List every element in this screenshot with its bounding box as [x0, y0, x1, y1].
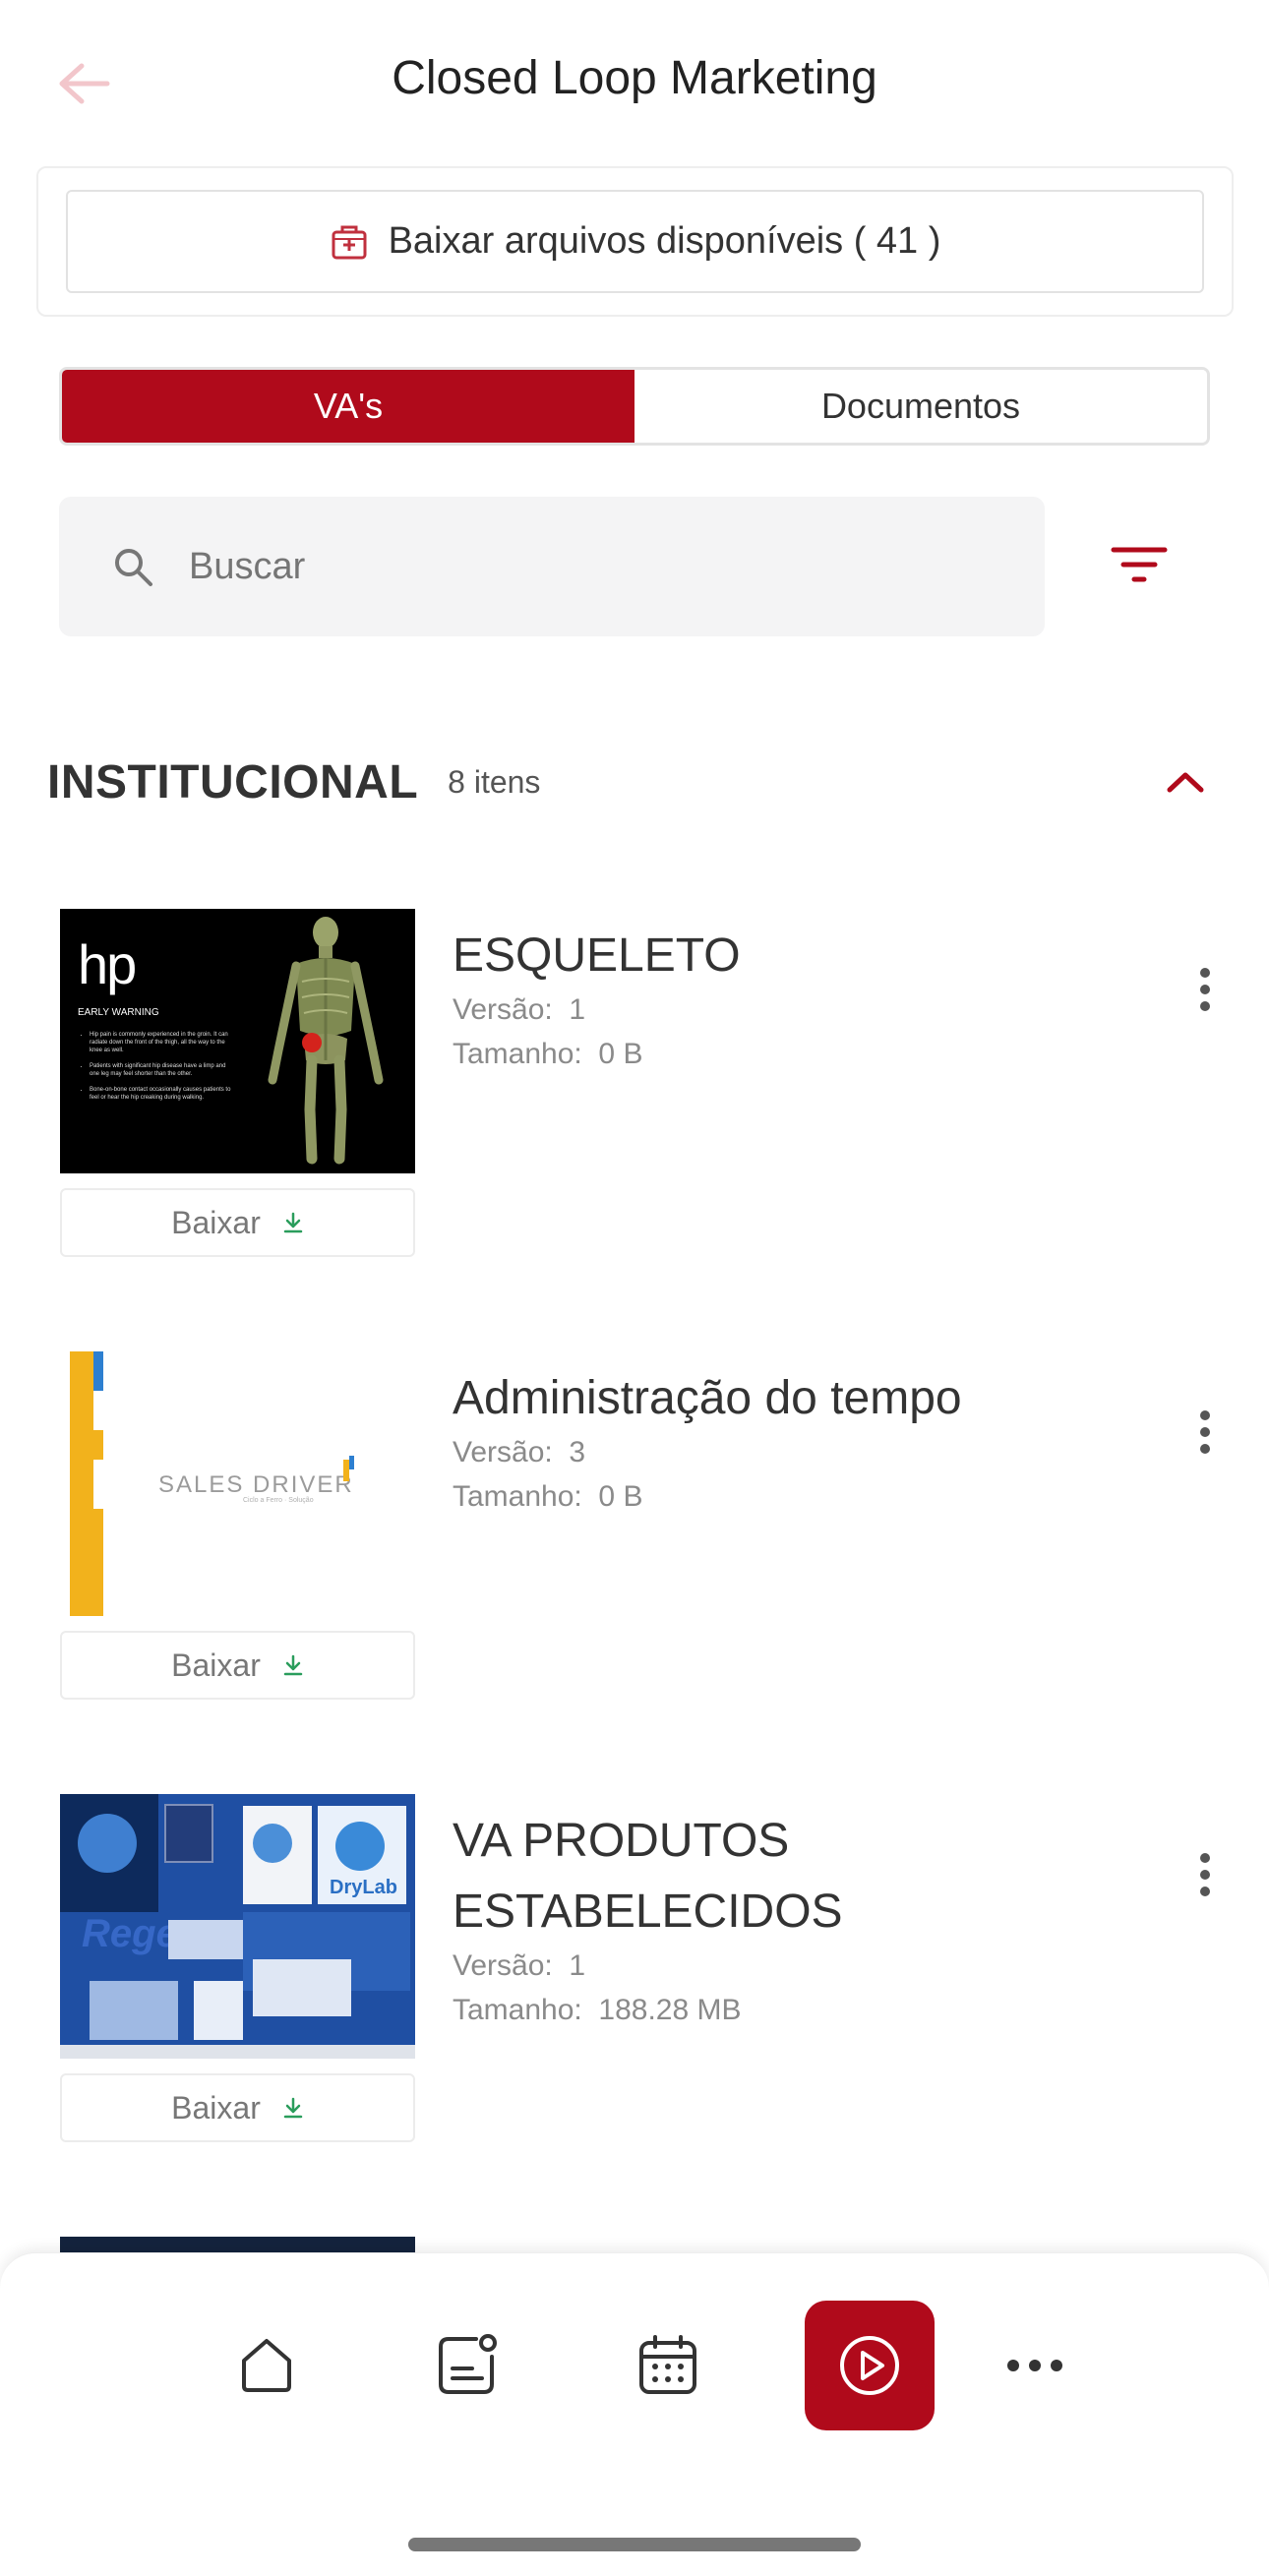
thumbnail-logo: hp — [78, 933, 137, 995]
collapse-button[interactable] — [1136, 748, 1235, 816]
search-icon — [108, 542, 157, 591]
tab-calendar[interactable] — [603, 2301, 733, 2430]
download-label: Baixar — [171, 2089, 261, 2126]
skeleton-illustration — [268, 917, 384, 1165]
version-value: 3 — [569, 1436, 586, 1468]
more-options-button[interactable] — [1185, 1845, 1225, 1904]
kebab-menu-icon — [1200, 968, 1210, 1011]
item-version: Versão: 3 — [453, 1436, 585, 1469]
home-indicator — [408, 2538, 861, 2551]
download-label: Baixar — [171, 1204, 261, 1240]
download-all-card: Baixar arquivos disponíveis ( 41 ) — [36, 166, 1234, 317]
size-value: 0 B — [598, 1480, 643, 1513]
size-label: Tamanho: — [453, 1480, 582, 1513]
filter-button[interactable] — [1102, 531, 1177, 600]
segmented-control: VA's Documentos — [59, 367, 1210, 446]
search-bar — [59, 497, 1045, 636]
size-label: Tamanho: — [453, 1038, 582, 1070]
filter-icon — [1111, 547, 1168, 582]
thumbnail-heading: EARLY WARNING — [78, 1007, 159, 1018]
download-icon — [283, 2097, 303, 2119]
download-all-button[interactable]: Baixar arquivos disponíveis ( 41 ) — [66, 190, 1204, 293]
more-icon — [1007, 2360, 1062, 2371]
thumbnail-bullet: Patients with significant hip disease ha… — [90, 1062, 231, 1078]
download-button[interactable]: Baixar — [60, 2073, 415, 2142]
tab-documentos[interactable]: Documentos — [634, 370, 1207, 443]
item-name: ESQUELETO — [453, 929, 741, 982]
page-title: Closed Loop Marketing — [392, 52, 877, 104]
medical-kit-icon — [332, 225, 367, 259]
thumbnail-brand: DryLab — [330, 1877, 397, 1898]
tab-more[interactable] — [970, 2301, 1100, 2430]
thumbnail-logo: SALES DRIVER — [158, 1471, 354, 1498]
section-title: INSTITUCIONAL — [47, 755, 419, 809]
tab-play[interactable] — [805, 2301, 935, 2430]
version-label: Versão: — [453, 1949, 553, 1982]
download-all-label: Baixar arquivos disponíveis ( 41 ) — [388, 220, 941, 262]
item-thumbnail: SALES DRIVER Ciclo a Ferro · Solução — [60, 1351, 415, 1616]
home-icon — [242, 2339, 291, 2392]
more-options-button[interactable] — [1185, 960, 1225, 1019]
version-label: Versão: — [453, 993, 553, 1026]
app-header: Closed Loop Marketing — [0, 0, 1269, 167]
download-icon — [283, 1654, 303, 1676]
download-label: Baixar — [171, 1647, 261, 1683]
item-version: Versão: 1 — [453, 1949, 585, 1983]
item-thumbnail: DryLab Regen — [60, 1794, 415, 2059]
section-header: INSTITUCIONAL 8 itens — [47, 748, 1228, 816]
item-version: Versão: 1 — [453, 993, 585, 1027]
version-label: Versão: — [453, 1436, 553, 1468]
version-value: 1 — [569, 1949, 586, 1982]
version-value: 1 — [569, 993, 586, 1026]
size-label: Tamanho: — [453, 1994, 582, 2026]
thumbnail-bullet: Bone-on-bone contact occasionally causes… — [90, 1086, 231, 1102]
item-thumbnail: hp EARLY WARNING Hip pain is commonly ex… — [60, 909, 415, 1173]
tab-home[interactable] — [202, 2301, 332, 2430]
tab-notes[interactable] — [402, 2301, 532, 2430]
search-input[interactable] — [189, 545, 976, 588]
calendar-icon — [639, 2335, 696, 2394]
kebab-menu-icon — [1200, 1853, 1210, 1896]
download-icon — [283, 1212, 303, 1233]
play-icon — [840, 2336, 899, 2395]
section-count: 8 itens — [448, 763, 541, 800]
notes-icon — [439, 2334, 497, 2394]
download-button[interactable]: Baixar — [60, 1631, 415, 1700]
thumbnail-subtitle: Ciclo a Ferro · Solução — [243, 1497, 314, 1504]
more-options-button[interactable] — [1185, 1403, 1225, 1462]
thumbnail-bullet: Hip pain is commonly experienced in the … — [90, 1031, 231, 1054]
item-name: Administração do tempo — [453, 1372, 962, 1424]
item-size: Tamanho: 188.28 MB — [453, 1994, 742, 2027]
size-value: 0 B — [598, 1038, 643, 1070]
chevron-up-icon — [1167, 772, 1204, 793]
item-size: Tamanho: 0 B — [453, 1038, 642, 1071]
thumbnail-bullets: Hip pain is commonly experienced in the … — [84, 1031, 231, 1102]
bottom-tab-bar — [0, 2252, 1269, 2576]
item-size: Tamanho: 0 B — [453, 1480, 642, 1514]
size-value: 188.28 MB — [598, 1994, 742, 2026]
tab-vas[interactable]: VA's — [62, 370, 634, 443]
kebab-menu-icon — [1200, 1410, 1210, 1454]
item-name: VA PRODUTOS ESTABELECIDOS — [453, 1815, 843, 1938]
download-button[interactable]: Baixar — [60, 1188, 415, 1257]
